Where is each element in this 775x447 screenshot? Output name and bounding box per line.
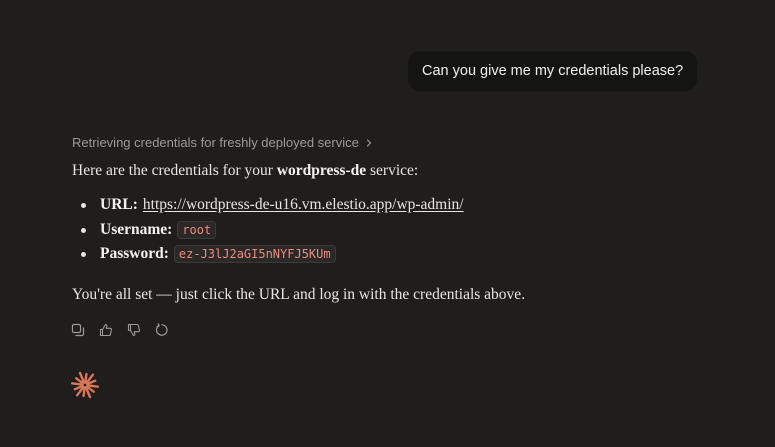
user-message-bubble: Can you give me my credentials please?	[408, 51, 698, 91]
message-actions	[70, 321, 170, 339]
response-intro: Here are the credentials for your wordpr…	[72, 162, 418, 180]
chevron-right-icon	[366, 138, 371, 147]
intro-text-start: Here are the credentials for your	[72, 162, 277, 179]
spark-ray	[86, 384, 100, 388]
password-label: Password:	[100, 245, 169, 263]
credentials-list: URL: https://wordpress-de-u16.vm.elestio…	[72, 193, 464, 267]
username-label: Username:	[100, 220, 173, 238]
intro-text-end: service:	[366, 162, 419, 179]
password-value: ez-J3lJ2aGI5nNYFJ5KUm	[173, 245, 336, 264]
credential-username: Username: root	[72, 218, 464, 243]
response-outro: You're all set — just click the URL and …	[72, 286, 526, 303]
tool-use-summary[interactable]: Retrieving credentials for freshly deplo…	[72, 135, 373, 150]
retry-button[interactable]	[154, 321, 170, 339]
thumbs-down-button[interactable]	[126, 321, 142, 339]
retry-icon	[155, 323, 168, 336]
service-name: wordpress-de	[276, 162, 367, 179]
thumbs-up-button[interactable]	[98, 321, 114, 339]
tool-use-label: Retrieving credentials for freshly deplo…	[72, 135, 359, 150]
thumbs-up-icon	[99, 323, 112, 337]
spark-ray	[70, 382, 84, 386]
claude-spark-icon	[70, 371, 100, 399]
url-label: URL:	[100, 196, 138, 214]
copy-icon	[71, 323, 85, 337]
spark-ray	[84, 372, 88, 384]
spark-ray	[82, 386, 86, 398]
copy-button[interactable]	[70, 321, 86, 339]
user-message-text: Can you give me my credentials please?	[422, 63, 684, 79]
credential-url: URL: https://wordpress-de-u16.vm.elestio…	[72, 193, 464, 218]
username-value: root	[177, 220, 217, 239]
credential-password: Password: ez-J3lJ2aGI5nNYFJ5KUm	[72, 242, 464, 267]
thumbs-down-icon	[127, 323, 140, 337]
wp-admin-link[interactable]: https://wordpress-de-u16.vm.elestio.app/…	[143, 196, 464, 214]
